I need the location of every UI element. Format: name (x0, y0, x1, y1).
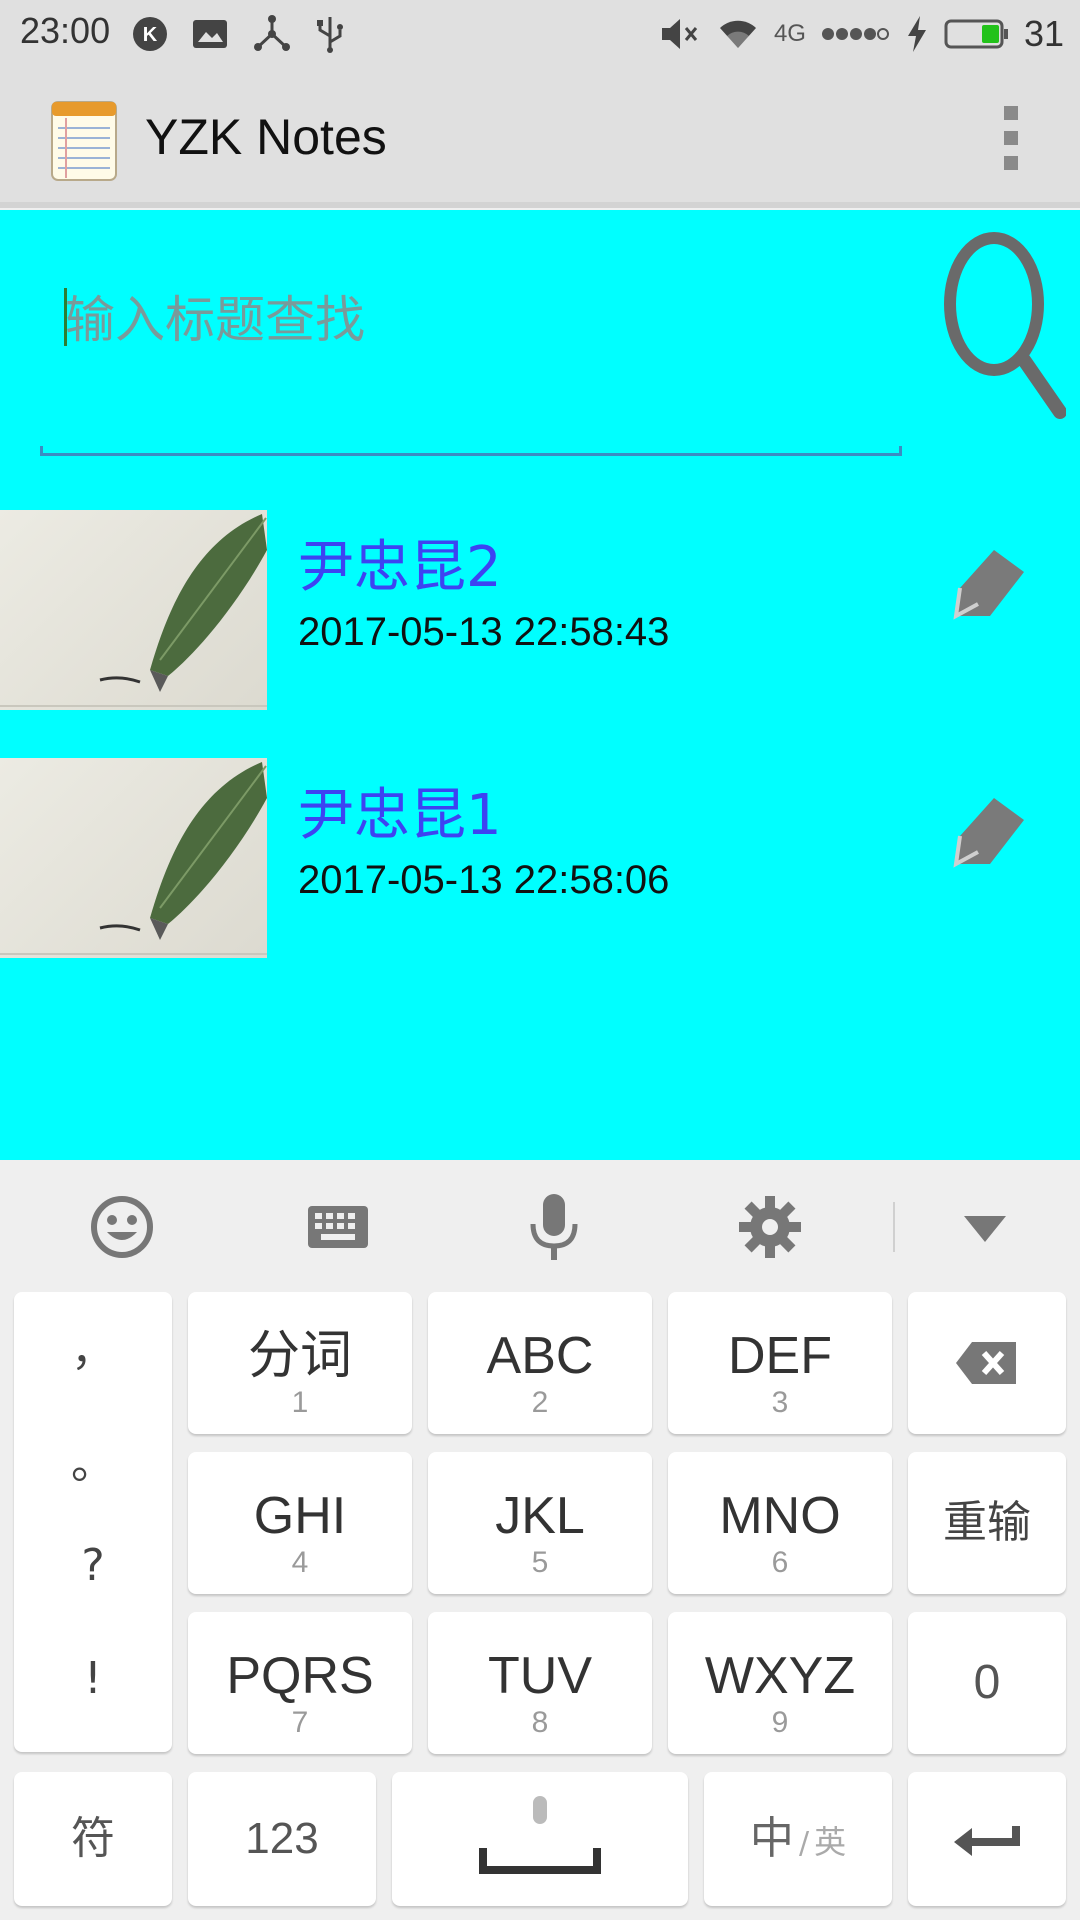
pencil-icon (953, 798, 1024, 868)
key-sub-label: 1 (291, 1386, 309, 1419)
lang-zh-label: 中 (749, 1813, 794, 1864)
overflow-dot-icon (1004, 106, 1018, 120)
note-title: 尹忠昆2 (298, 535, 502, 600)
overflow-dot-icon (1004, 156, 1018, 170)
reenter-key[interactable]: 重输 (908, 1452, 1066, 1594)
punctuation-key-comma[interactable]: ， (14, 1314, 172, 1378)
edit-note-button[interactable] (948, 790, 1030, 872)
search-icon (944, 232, 1066, 419)
chevron-down-icon[interactable] (950, 1192, 1020, 1262)
emoji-icon[interactable] (87, 1192, 157, 1262)
search-box (40, 270, 900, 370)
note-list-item[interactable]: 尹忠昆1 2017-05-13 22:58:06 (0, 758, 1080, 958)
symbols-key[interactable]: 符 (14, 1772, 172, 1906)
overflow-menu-button[interactable] (1004, 106, 1020, 170)
language-switch-key[interactable]: 中 / 英 (704, 1772, 892, 1906)
key-2[interactable]: ABC 2 (428, 1292, 652, 1434)
key-sub-label: 5 (531, 1546, 549, 1579)
punctuation-key-question[interactable]: ? (14, 1540, 172, 1591)
punctuation-key-period[interactable]: 。 (14, 1427, 172, 1491)
status-bar: 23:00 K 4G 31 (0, 0, 1080, 68)
space-key[interactable] (392, 1772, 688, 1906)
punctuation-column: ， 。 ? ! (14, 1292, 172, 1752)
key-8[interactable]: TUV 8 (428, 1612, 652, 1754)
fountain-pen-icon (0, 762, 267, 955)
search-button[interactable] (936, 222, 1066, 432)
signal-dots-icon (821, 28, 889, 40)
image-notification-icon (193, 20, 227, 48)
key-main-label: WXYZ (704, 1647, 856, 1705)
key-main-label: 分词 (247, 1327, 352, 1385)
microphone-icon[interactable] (519, 1192, 589, 1262)
svg-text:K: K (143, 24, 158, 46)
key-main-label: TUV (488, 1647, 592, 1705)
app-title: YZK Notes (145, 109, 387, 165)
app-bar: YZK Notes (0, 68, 1080, 208)
enter-key[interactable] (908, 1772, 1066, 1906)
enter-icon (954, 1826, 1020, 1856)
key-sub-label: 6 (771, 1546, 789, 1579)
key-main-label: PQRS (226, 1647, 374, 1705)
punctuation-key-exclaim[interactable]: ! (14, 1653, 172, 1704)
k-app-icon: K (133, 17, 167, 51)
lang-en-label: 英 (814, 1823, 847, 1861)
numbers-key[interactable]: 123 (188, 1772, 376, 1906)
gear-icon[interactable] (735, 1192, 805, 1262)
note-list-item[interactable]: 尹忠昆2 2017-05-13 22:58:43 (0, 510, 1080, 710)
note-thumbnail-image (0, 510, 267, 710)
backspace-icon (956, 1342, 1016, 1384)
key-main-label: JKL (495, 1487, 585, 1545)
key-4[interactable]: GHI 4 (188, 1452, 412, 1594)
share-nodes-icon (254, 15, 290, 51)
pencil-icon (953, 550, 1024, 620)
battery-percent: 31 (1023, 13, 1064, 54)
notepad-logo-icon (51, 101, 117, 181)
key-sub-label: 9 (771, 1706, 789, 1739)
zero-key[interactable]: 0 (908, 1612, 1066, 1754)
keyboard-icon[interactable] (303, 1192, 373, 1262)
backspace-key[interactable] (908, 1292, 1066, 1434)
key-7[interactable]: PQRS 7 (188, 1612, 412, 1754)
space-mic-icon (479, 1796, 601, 1874)
key-3[interactable]: DEF 3 (668, 1292, 892, 1434)
overflow-dot-icon (1004, 131, 1018, 145)
search-underline (40, 446, 902, 456)
key-6[interactable]: MNO 6 (668, 1452, 892, 1594)
usb-icon (317, 17, 343, 53)
key-sub-label: 7 (291, 1706, 309, 1739)
status-time: 23:00 (20, 10, 111, 51)
key-main-label: ABC (486, 1327, 594, 1385)
volume-muted-icon (661, 19, 698, 49)
edit-note-button[interactable] (948, 542, 1030, 624)
wifi-icon (719, 20, 756, 48)
toolbar-divider (893, 1202, 895, 1252)
key-9[interactable]: WXYZ 9 (668, 1612, 892, 1754)
search-input[interactable] (65, 280, 885, 360)
key-main-label: GHI (253, 1487, 347, 1545)
note-date: 2017-05-13 22:58:43 (298, 610, 670, 654)
key-main-label: DEF (728, 1327, 832, 1385)
key-sub-label: 2 (531, 1386, 549, 1419)
battery-icon (944, 19, 1008, 49)
ime-keyboard: ， 。 ? ! 分词 1 ABC 2 DEF 3 GHI 4 JKL 5 MNO… (0, 1160, 1080, 1920)
network-type: 4G (773, 20, 806, 47)
key-sub-label: 4 (291, 1546, 309, 1579)
key-1[interactable]: 分词 1 (188, 1292, 412, 1434)
fountain-pen-icon (0, 514, 267, 707)
keyboard-toolbar (0, 1160, 1080, 1290)
note-thumbnail-image (0, 758, 267, 958)
key-sub-label: 3 (771, 1386, 789, 1419)
key-main-label: MNO (719, 1487, 841, 1545)
status-right-group: 4G 31 (658, 8, 1064, 60)
note-title: 尹忠昆1 (298, 783, 502, 848)
key-sub-label: 8 (531, 1706, 549, 1739)
lang-separator: / (798, 1826, 810, 1861)
key-5[interactable]: JKL 5 (428, 1452, 652, 1594)
charging-bolt-icon (907, 16, 926, 52)
notes-content: 尹忠昆2 2017-05-13 22:58:43 尹忠昆1 2017-05-13… (0, 210, 1080, 1160)
note-date: 2017-05-13 22:58:06 (298, 858, 670, 902)
